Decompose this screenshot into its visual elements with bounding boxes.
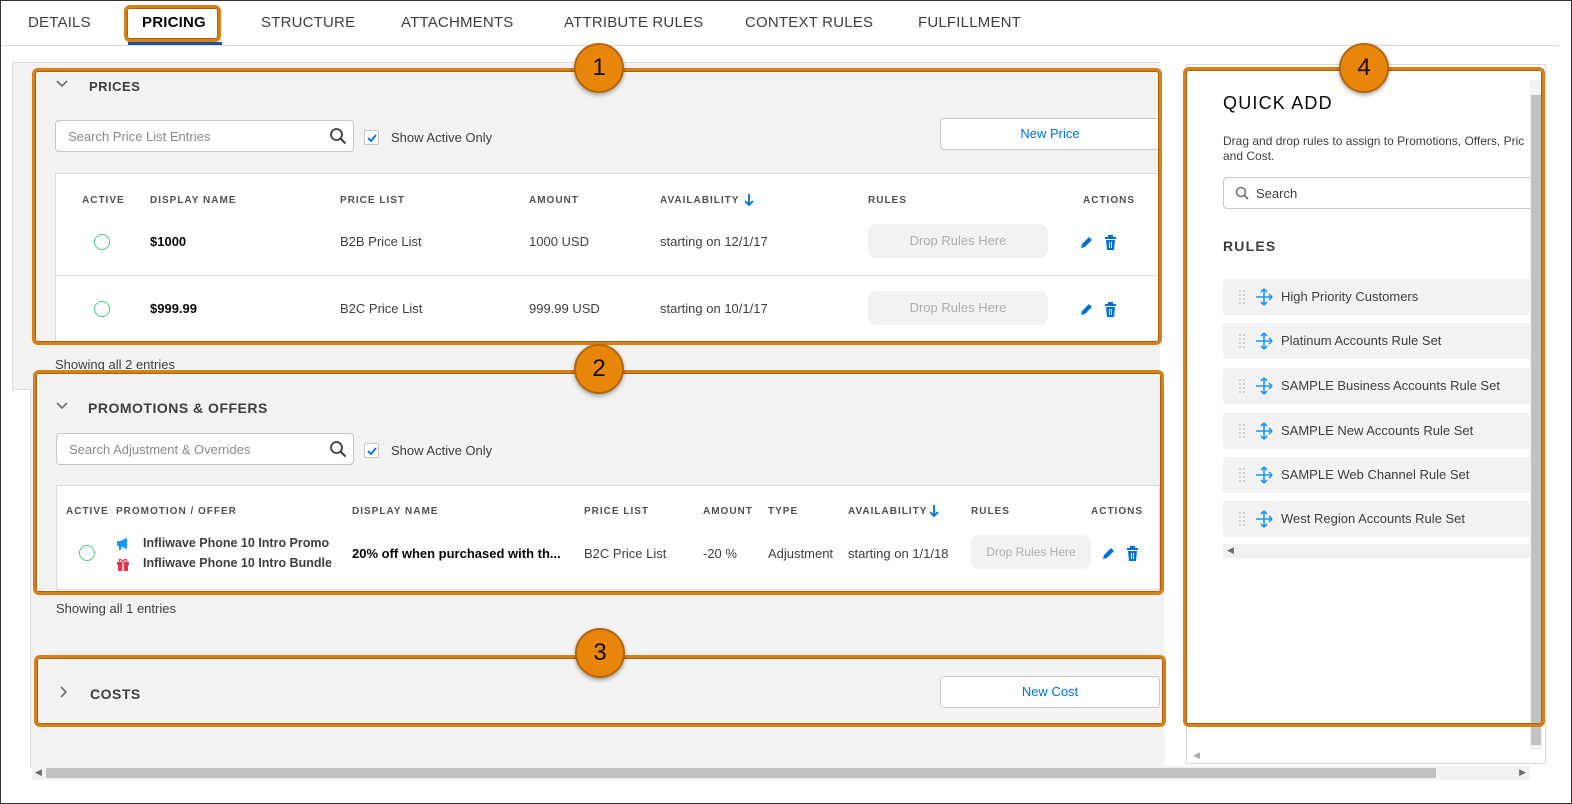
tab-fulfillment[interactable]: FULFILLMENT bbox=[918, 14, 1021, 31]
tab-attribute-rules[interactable]: ATTRIBUTE RULES bbox=[564, 14, 703, 31]
scrollbar-thumb[interactable] bbox=[46, 768, 1436, 778]
tab-structure[interactable]: STRUCTURE bbox=[261, 14, 355, 31]
promotions-showing-count: Showing all 1 entries bbox=[56, 601, 176, 616]
callout-badge-2: 2 bbox=[574, 344, 624, 394]
active-tab-indicator bbox=[128, 42, 222, 45]
quick-add-bottom-scroll[interactable]: ◀ bbox=[1190, 750, 1530, 762]
tab-bar: DETAILS PRICING STRUCTURE ATTACHMENTS AT… bbox=[1, 0, 1559, 46]
scroll-left-arrow-icon[interactable]: ◀ bbox=[35, 767, 42, 778]
pricing-tab-highlight bbox=[124, 5, 221, 42]
callout-badge-3: 3 bbox=[575, 628, 625, 678]
tab-attachments[interactable]: ATTACHMENTS bbox=[401, 14, 513, 31]
tab-context-rules[interactable]: CONTEXT RULES bbox=[745, 14, 873, 31]
callout-badge-1: 1 bbox=[574, 43, 624, 93]
scroll-right-arrow-icon[interactable]: ▶ bbox=[1519, 767, 1526, 778]
scroll-left-arrow-icon[interactable]: ◀ bbox=[1193, 750, 1200, 761]
callout-badge-4: 4 bbox=[1339, 43, 1389, 93]
tab-details[interactable]: DETAILS bbox=[28, 14, 91, 31]
callout-box-prices bbox=[32, 68, 1162, 345]
callout-box-quick-add bbox=[1183, 67, 1545, 727]
callout-box-promotions bbox=[33, 370, 1164, 595]
